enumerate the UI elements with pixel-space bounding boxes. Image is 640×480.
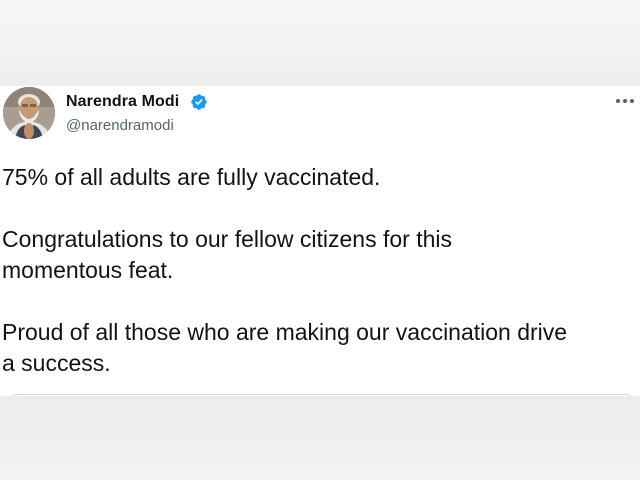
author-name[interactable]: Narendra Modi [66, 93, 179, 111]
bottom-background [0, 396, 640, 480]
tweet-line: a success. [2, 350, 111, 376]
tweet-paragraph: Proud of all those who are making our va… [2, 317, 640, 379]
tweet-line: 75% of all adults are fully vaccinated. [2, 164, 381, 190]
tweet-line: momentous feat. [2, 257, 174, 283]
author-handle[interactable]: @narendramodi [66, 117, 174, 134]
verified-badge-icon [191, 94, 207, 110]
tweet-card: Narendra Modi @narendramodi 75% of all a… [0, 86, 640, 396]
profile-avatar[interactable] [3, 87, 55, 139]
tweet-line: Congratulations to our fellow citizens f… [2, 226, 452, 252]
tweet-paragraph: 75% of all adults are fully vaccinated. [2, 162, 640, 193]
tweet-paragraph: Congratulations to our fellow citizens f… [2, 224, 640, 286]
tweet-text: 75% of all adults are fully vaccinated. … [2, 162, 640, 379]
more-horizontal-icon[interactable] [614, 92, 636, 110]
tweet-line: Proud of all those who are making our va… [2, 319, 568, 345]
top-background [0, 0, 640, 86]
avatar-photo-icon [3, 87, 55, 139]
